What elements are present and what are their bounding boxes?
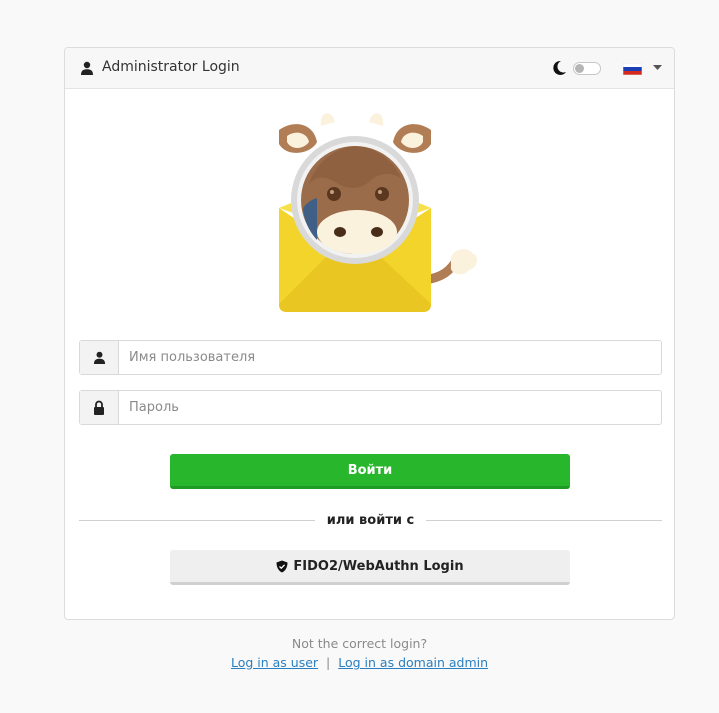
toggle-knob bbox=[575, 64, 584, 73]
fido-login-label: FIDO2/WebAuthn Login bbox=[293, 558, 464, 574]
page-title: Administrator Login bbox=[102, 59, 240, 75]
password-addon bbox=[80, 391, 119, 424]
login-button[interactable]: Войти bbox=[170, 454, 570, 489]
panel-header: Administrator Login bbox=[65, 48, 674, 89]
footer: Not the correct login? Log in as user | … bbox=[0, 636, 719, 670]
username-group bbox=[79, 340, 662, 375]
username-addon bbox=[80, 341, 119, 374]
fido-login-button[interactable]: FIDO2/WebAuthn Login bbox=[170, 550, 570, 585]
footer-links: Log in as user | Log in as domain admin bbox=[0, 655, 719, 670]
password-input[interactable] bbox=[119, 391, 661, 424]
user-icon bbox=[81, 61, 93, 75]
divider: или войти с bbox=[79, 511, 662, 531]
login-panel: Administrator Login Имя пользователя Вой… bbox=[64, 47, 675, 620]
logo bbox=[279, 113, 478, 312]
user-icon bbox=[93, 351, 105, 364]
flag-ru-icon[interactable] bbox=[623, 63, 642, 75]
footer-separator: | bbox=[326, 655, 331, 670]
theme-toggle[interactable] bbox=[573, 62, 601, 75]
divider-line-right bbox=[426, 520, 662, 521]
shield-icon bbox=[276, 560, 288, 572]
login-as-user-link[interactable]: Log in as user bbox=[231, 655, 318, 670]
login-as-domain-admin-link[interactable]: Log in as domain admin bbox=[338, 655, 488, 670]
chevron-down-icon[interactable] bbox=[653, 65, 662, 71]
password-group bbox=[79, 390, 662, 425]
lock-icon bbox=[94, 400, 104, 415]
moon-icon[interactable] bbox=[550, 59, 568, 77]
username-input[interactable] bbox=[119, 341, 661, 374]
footer-question: Not the correct login? bbox=[291, 636, 428, 651]
